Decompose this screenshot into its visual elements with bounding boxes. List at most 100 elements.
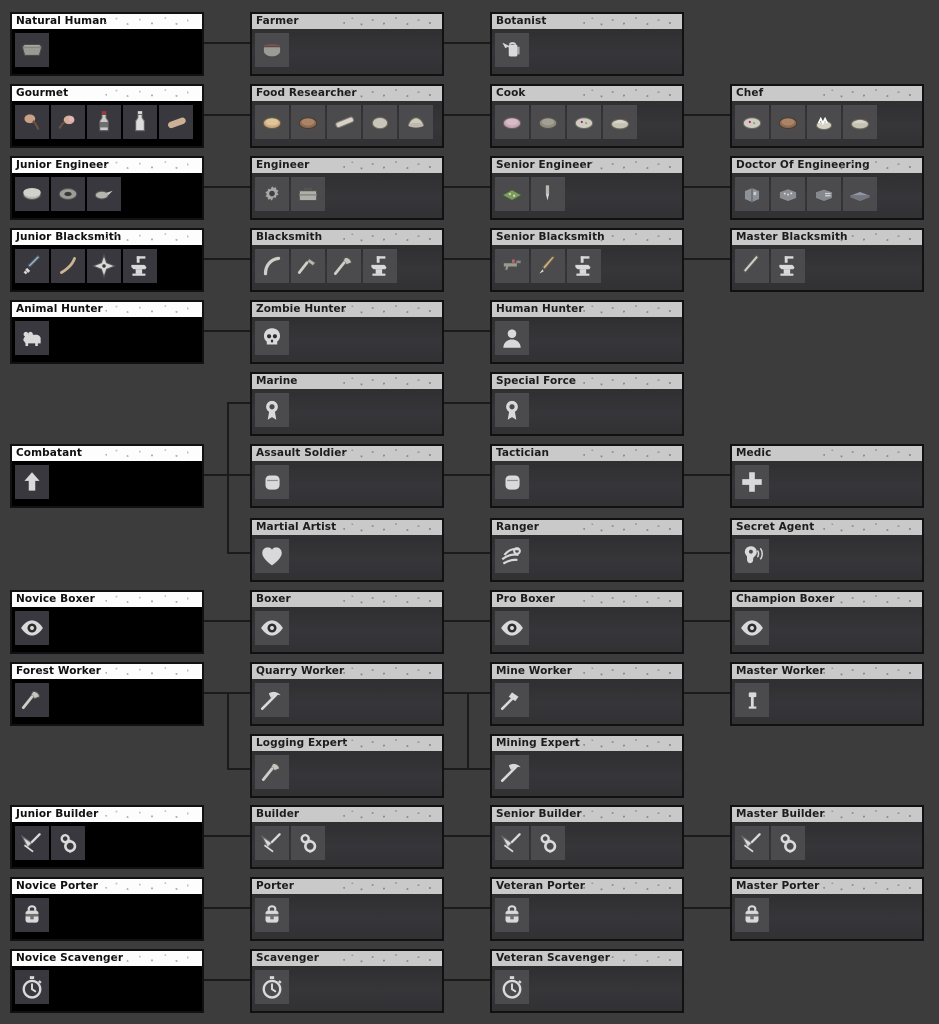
profession-card-natural-human[interactable]: Natural Human bbox=[10, 12, 204, 76]
cake-icon[interactable] bbox=[807, 105, 841, 139]
profession-card-junior-blacksmith[interactable]: Junior Blacksmith bbox=[10, 228, 204, 292]
trowel-icon[interactable] bbox=[735, 826, 769, 860]
person-icon[interactable] bbox=[495, 321, 529, 355]
plate-salad-icon[interactable] bbox=[843, 105, 877, 139]
trowel-icon[interactable] bbox=[495, 826, 529, 860]
profession-card-animal-hunter[interactable]: Animal Hunter bbox=[10, 300, 204, 364]
wind-icon[interactable] bbox=[495, 539, 529, 573]
profession-card-mining-expert[interactable]: Mining Expert bbox=[490, 734, 684, 798]
eye-icon[interactable] bbox=[495, 611, 529, 645]
bottle-red-icon[interactable] bbox=[87, 105, 121, 139]
axe-icon[interactable] bbox=[327, 249, 361, 283]
profession-card-logging-expert[interactable]: Logging Expert bbox=[250, 734, 444, 798]
profession-card-porter[interactable]: Porter bbox=[250, 877, 444, 941]
gears-icon[interactable] bbox=[771, 826, 805, 860]
medal-icon[interactable] bbox=[255, 393, 289, 427]
soldering-iron-icon[interactable] bbox=[531, 177, 565, 211]
profession-card-novice-porter[interactable]: Novice Porter bbox=[10, 877, 204, 941]
anvil-icon[interactable] bbox=[123, 249, 157, 283]
profession-card-gourmet[interactable]: Gourmet bbox=[10, 84, 204, 148]
skull-icon[interactable] bbox=[255, 321, 289, 355]
arrow-up-icon[interactable] bbox=[15, 465, 49, 499]
anvil-icon[interactable] bbox=[771, 249, 805, 283]
profession-card-scavenger[interactable]: Scavenger bbox=[250, 949, 444, 1013]
anvil-icon[interactable] bbox=[567, 249, 601, 283]
profession-card-cook[interactable]: Cook bbox=[490, 84, 684, 148]
fist-icon[interactable] bbox=[255, 465, 289, 499]
plate-brown-icon[interactable] bbox=[531, 105, 565, 139]
heart-icon[interactable] bbox=[255, 539, 289, 573]
stopwatch-icon[interactable] bbox=[495, 970, 529, 1004]
plate-rice-icon[interactable] bbox=[735, 105, 769, 139]
bowl-stew-icon[interactable] bbox=[771, 105, 805, 139]
profession-card-ranger[interactable]: Ranger bbox=[490, 518, 684, 582]
trowel-icon[interactable] bbox=[15, 826, 49, 860]
profession-card-farmer[interactable]: Farmer bbox=[250, 12, 444, 76]
profession-card-food-researcher[interactable]: Food Researcher bbox=[250, 84, 444, 148]
baton-icon[interactable] bbox=[51, 249, 85, 283]
profession-card-master-worker[interactable]: Master Worker bbox=[730, 662, 924, 726]
basket-icon[interactable] bbox=[15, 33, 49, 67]
profession-card-forest-worker[interactable]: Forest Worker bbox=[10, 662, 204, 726]
profession-card-novice-scavenger[interactable]: Novice Scavenger bbox=[10, 949, 204, 1013]
profession-card-novice-boxer[interactable]: Novice Boxer bbox=[10, 590, 204, 654]
fist-icon[interactable] bbox=[495, 465, 529, 499]
circuit-board-icon[interactable] bbox=[495, 177, 529, 211]
gears-icon[interactable] bbox=[291, 826, 325, 860]
profession-card-mine-worker[interactable]: Mine Worker bbox=[490, 662, 684, 726]
profession-card-engineer[interactable]: Engineer bbox=[250, 156, 444, 220]
meat-raw-icon[interactable] bbox=[51, 105, 85, 139]
dumpling-icon[interactable] bbox=[399, 105, 433, 139]
plate-rice-icon[interactable] bbox=[567, 105, 601, 139]
fish-fillet-icon[interactable] bbox=[327, 105, 361, 139]
profession-card-martial-artist[interactable]: Martial Artist bbox=[250, 518, 444, 582]
toolbox-icon[interactable] bbox=[291, 177, 325, 211]
profession-card-quarry-worker[interactable]: Quarry Worker bbox=[250, 662, 444, 726]
anvil-icon[interactable] bbox=[363, 249, 397, 283]
axe-icon[interactable] bbox=[15, 683, 49, 717]
profession-card-assault-soldier[interactable]: Assault Soldier bbox=[250, 444, 444, 508]
bear-icon[interactable] bbox=[15, 321, 49, 355]
backpack-icon[interactable] bbox=[255, 898, 289, 932]
eye-icon[interactable] bbox=[255, 611, 289, 645]
profession-card-master-blacksmith[interactable]: Master Blacksmith bbox=[730, 228, 924, 292]
pickaxe-icon[interactable] bbox=[255, 683, 289, 717]
sickle-icon[interactable] bbox=[255, 249, 289, 283]
medal-icon[interactable] bbox=[495, 393, 529, 427]
server-icon[interactable] bbox=[807, 177, 841, 211]
profession-card-senior-engineer[interactable]: Senior Engineer bbox=[490, 156, 684, 220]
profession-card-veteran-porter[interactable]: Veteran Porter bbox=[490, 877, 684, 941]
eye-icon[interactable] bbox=[15, 611, 49, 645]
backpack-icon[interactable] bbox=[495, 898, 529, 932]
pickaxe-icon[interactable] bbox=[495, 755, 529, 789]
cross-icon[interactable] bbox=[735, 465, 769, 499]
profession-card-champion-boxer[interactable]: Champion Boxer bbox=[730, 590, 924, 654]
profession-card-chef[interactable]: Chef bbox=[730, 84, 924, 148]
ear-icon[interactable] bbox=[735, 539, 769, 573]
hammer-icon[interactable] bbox=[291, 249, 325, 283]
profession-card-junior-engineer[interactable]: Junior Engineer bbox=[10, 156, 204, 220]
box-machine-icon[interactable] bbox=[735, 177, 769, 211]
profession-card-junior-builder[interactable]: Junior Builder bbox=[10, 805, 204, 869]
profession-card-doctor-of-engineering[interactable]: Doctor Of Engineering bbox=[730, 156, 924, 220]
gears-icon[interactable] bbox=[51, 826, 85, 860]
axe-icon[interactable] bbox=[255, 755, 289, 789]
stopwatch-icon[interactable] bbox=[15, 970, 49, 1004]
profession-card-master-builder[interactable]: Master Builder bbox=[730, 805, 924, 869]
mallet-icon[interactable] bbox=[735, 683, 769, 717]
generator-icon[interactable] bbox=[771, 177, 805, 211]
profession-card-senior-blacksmith[interactable]: Senior Blacksmith bbox=[490, 228, 684, 292]
meat-icon[interactable] bbox=[15, 105, 49, 139]
dough-icon[interactable] bbox=[363, 105, 397, 139]
panel-icon[interactable] bbox=[843, 177, 877, 211]
sword-icon[interactable] bbox=[15, 249, 49, 283]
bowl-soup-icon[interactable] bbox=[255, 105, 289, 139]
clamp-icon[interactable] bbox=[87, 177, 121, 211]
bowl-stew-icon[interactable] bbox=[291, 105, 325, 139]
profession-card-pro-boxer[interactable]: Pro Boxer bbox=[490, 590, 684, 654]
bread-stick-icon[interactable] bbox=[159, 105, 193, 139]
trowel-icon[interactable] bbox=[255, 826, 289, 860]
profession-card-blacksmith[interactable]: Blacksmith bbox=[250, 228, 444, 292]
profession-card-human-hunter[interactable]: Human Hunter bbox=[490, 300, 684, 364]
plate-pink-icon[interactable] bbox=[495, 105, 529, 139]
